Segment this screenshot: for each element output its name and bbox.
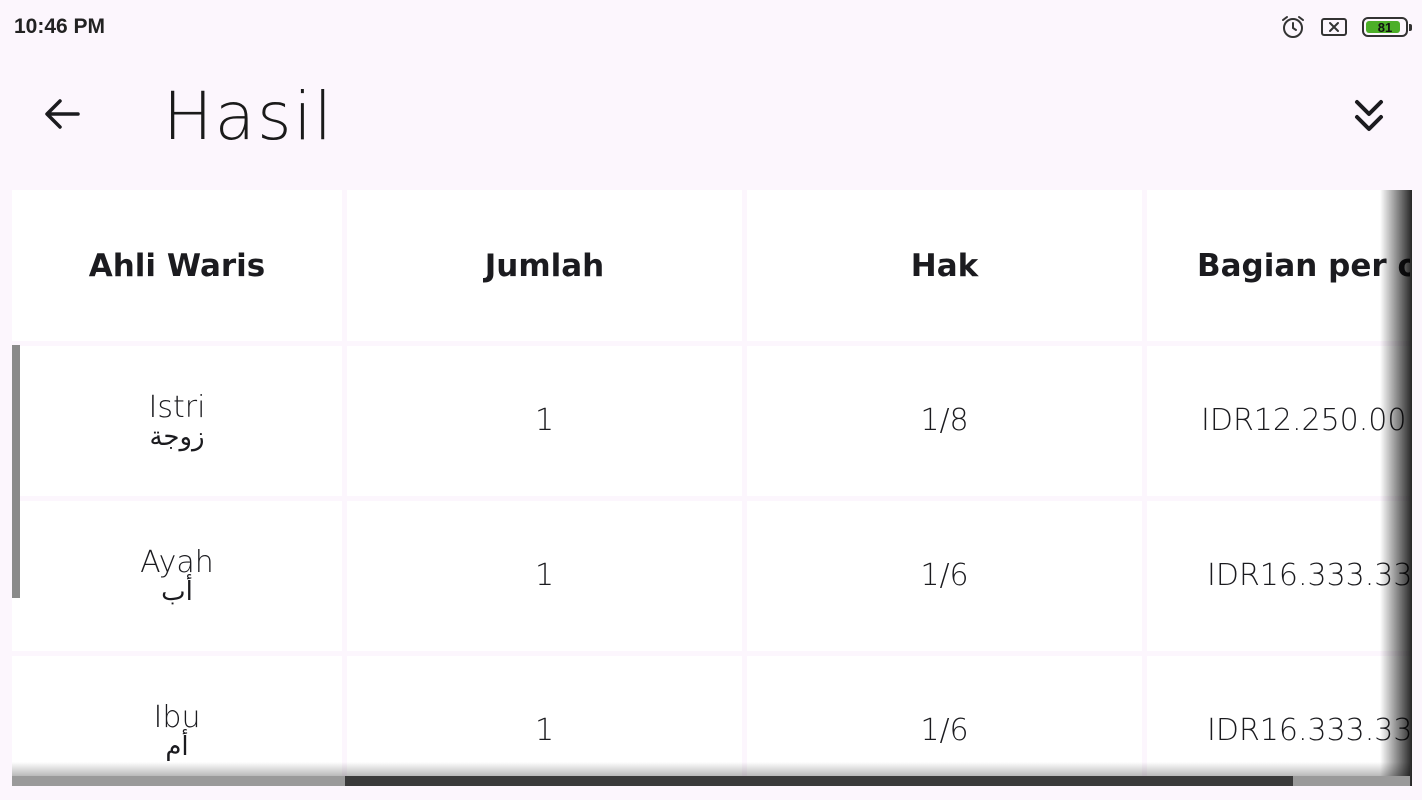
table-row: Ayah أب 1 1/6 IDR16.333.33 [12,501,1410,656]
heir-name: Ayah [140,545,214,581]
status-time: 10:46 PM [14,15,106,38]
no-sim-icon [1320,16,1348,38]
back-button[interactable] [36,90,88,142]
heir-name-arabic: زوجة [149,421,205,452]
bagian-cell: IDR16.333.33 [1147,501,1410,651]
hak-cell: 1/6 [747,501,1142,651]
heir-name-arabic: أم [165,731,189,762]
hak-cell: 1/8 [747,346,1142,496]
jumlah-cell: 1 [347,346,742,496]
header-bagian: Bagian per o [1147,190,1410,341]
table-row: Istri زوجة 1 1/8 IDR12.250.00 [12,346,1410,501]
horizontal-scrollbar-thumb[interactable] [345,776,1293,786]
status-icons: 81 [1280,14,1412,40]
heir-name-arabic: أب [161,576,193,607]
table-header-row: Ahli Waris Jumlah Hak Bagian per o [12,190,1410,346]
battery-level: 81 [1377,19,1393,35]
battery-icon: 81 [1362,17,1412,37]
scroll-fade-right [1380,190,1412,786]
page-title: Hasil [163,78,335,155]
heir-name-cell: Istri زوجة [12,346,342,496]
heir-name: Istri [148,390,206,426]
heir-name: Ibu [153,700,201,736]
jumlah-cell: 1 [347,501,742,651]
header-hak: Hak [747,190,1142,341]
collapse-all-button[interactable] [1343,92,1395,144]
app-bar: Hasil [0,54,1422,186]
header-ahli-waris: Ahli Waris [12,190,342,341]
alarm-icon [1280,14,1306,40]
header-jumlah: Jumlah [347,190,742,341]
results-table[interactable]: Ahli Waris Jumlah Hak Bagian per o Istri… [12,190,1410,786]
bagian-cell: IDR12.250.00 [1147,346,1410,496]
vertical-scrollbar[interactable] [12,345,20,598]
status-bar: 10:46 PM 81 [0,0,1422,54]
arrow-left-icon [42,94,82,138]
heir-name-cell: Ayah أب [12,501,342,651]
double-chevron-down-icon [1352,97,1386,139]
